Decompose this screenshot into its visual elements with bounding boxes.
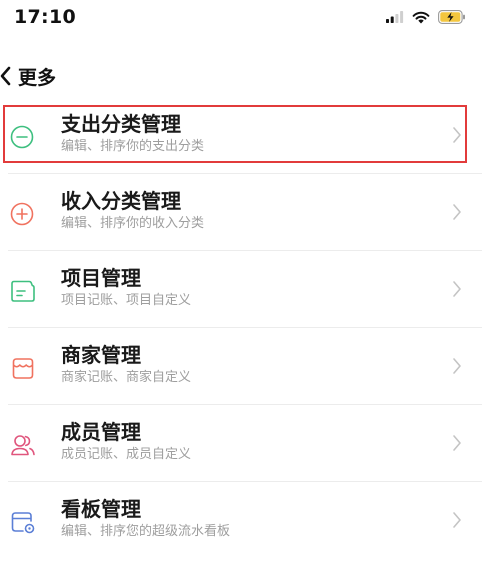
chevron-right-icon — [452, 280, 462, 298]
list-item-merchant[interactable]: 商家管理 商家记账、商家自定义 — [0, 328, 482, 405]
chevron-right-icon — [452, 434, 462, 452]
status-bar: 17:10 — [0, 0, 482, 40]
wifi-icon — [412, 11, 430, 23]
page-title: 更多 — [18, 66, 57, 89]
shop-icon — [9, 355, 37, 381]
list-item-subtitle: 编辑、排序你的收入分类 — [61, 216, 205, 231]
list-item-project[interactable]: 项目管理 项目记账、项目自定义 — [0, 251, 482, 328]
status-icons — [386, 10, 466, 24]
battery-charging-icon — [438, 10, 465, 24]
list-item-dashboard[interactable]: 看板管理 编辑、排序您的超级流水看板 — [0, 482, 482, 559]
chevron-right-icon — [452, 126, 462, 144]
dashboard-icon — [9, 509, 37, 535]
folder-icon — [9, 278, 37, 304]
list-item-title: 支出分类管理 — [61, 112, 181, 136]
list-item-income-category[interactable]: 收入分类管理 编辑、排序你的收入分类 — [0, 174, 482, 251]
list-item-subtitle: 编辑、排序您的超级流水看板 — [61, 524, 231, 539]
settings-list: 支出分类管理 编辑、排序你的支出分类 收入分类管理 编辑、排序你的收入分类 项目… — [0, 97, 482, 559]
chevron-left-icon[interactable] — [0, 63, 16, 89]
list-item-subtitle: 项目记账、项目自定义 — [61, 293, 192, 308]
chevron-right-icon — [452, 511, 462, 529]
members-icon — [9, 432, 37, 458]
list-item-subtitle: 商家记账、商家自定义 — [61, 370, 192, 385]
list-item-members[interactable]: 成员管理 成员记账、成员自定义 — [0, 405, 482, 482]
cellular-signal-icon — [386, 11, 404, 23]
list-item-title: 商家管理 — [61, 343, 141, 367]
minus-circle-icon — [9, 124, 37, 150]
list-item-title: 成员管理 — [61, 420, 141, 444]
list-item-expense-category[interactable]: 支出分类管理 编辑、排序你的支出分类 — [0, 97, 482, 174]
list-item-subtitle: 成员记账、成员自定义 — [61, 447, 192, 462]
list-item-title: 看板管理 — [61, 497, 141, 521]
list-item-title: 项目管理 — [61, 266, 141, 290]
plus-circle-icon — [9, 201, 37, 227]
chevron-right-icon — [452, 203, 462, 221]
list-item-title: 收入分类管理 — [61, 189, 181, 213]
list-item-subtitle: 编辑、排序你的支出分类 — [61, 139, 205, 154]
nav-bar: 更多 — [0, 58, 56, 94]
chevron-right-icon — [452, 357, 462, 375]
status-time: 17:10 — [14, 6, 76, 28]
